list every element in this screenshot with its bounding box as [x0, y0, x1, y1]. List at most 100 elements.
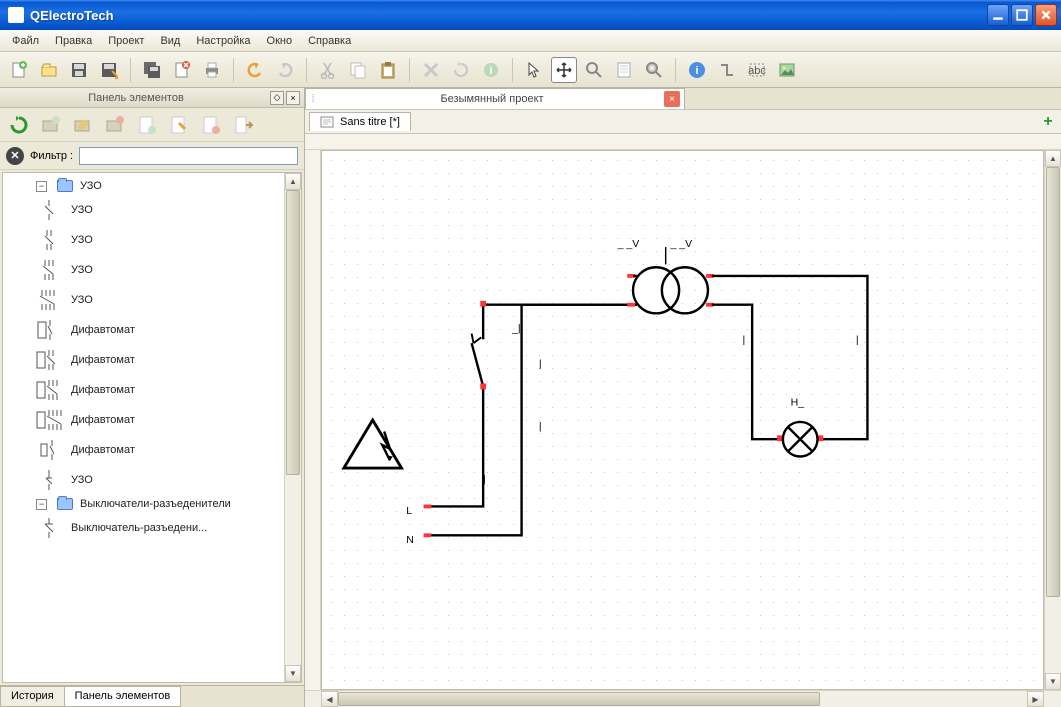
schematic-canvas[interactable]: L N | _| | [321, 150, 1044, 690]
element-symbol-icon [35, 468, 63, 492]
tree-item-label[interactable]: УЗО [71, 234, 93, 246]
scroll-up-icon[interactable]: ▲ [285, 173, 301, 190]
panel-close-button[interactable]: × [286, 91, 300, 105]
menu-help[interactable]: Справка [302, 33, 357, 49]
tree-item-label[interactable]: УЗО [71, 264, 93, 276]
scroll-up-icon[interactable]: ▲ [1045, 150, 1061, 167]
zoom-tool[interactable] [581, 57, 607, 83]
tab-elements[interactable]: Панель элементов [64, 686, 182, 707]
delete-button[interactable] [418, 57, 444, 83]
canvas-vscroll[interactable]: ▲ ▼ [1044, 150, 1061, 690]
image-button[interactable] [774, 57, 800, 83]
svg-text:i: i [695, 65, 698, 77]
scroll-down-icon[interactable]: ▼ [285, 665, 301, 682]
menu-settings[interactable]: Настройка [190, 33, 256, 49]
about-button[interactable]: i [684, 57, 710, 83]
new-element-button[interactable] [134, 112, 160, 138]
scroll-thumb[interactable] [1046, 167, 1060, 597]
clear-filter-button[interactable]: ✕ [6, 147, 24, 165]
new-category-button[interactable] [38, 112, 64, 138]
element-symbol-icon [35, 378, 63, 402]
tree-item-label[interactable]: Дифавтомат [71, 324, 135, 336]
sheet-button[interactable] [611, 57, 637, 83]
label-l: L [406, 505, 412, 517]
app-icon [8, 7, 24, 23]
tab-grip-icon: ⁞ [306, 93, 320, 105]
element-symbol-icon [35, 516, 63, 540]
element-symbol-icon [35, 438, 63, 462]
menu-window[interactable]: Окно [261, 33, 299, 49]
menu-project[interactable]: Проект [102, 33, 150, 49]
import-button[interactable] [230, 112, 256, 138]
maximize-button[interactable] [1011, 4, 1033, 26]
svg-text:_ _V: _ _V [669, 238, 692, 250]
tab-close-button[interactable]: × [664, 91, 680, 107]
pointer-tool[interactable] [521, 57, 547, 83]
menu-view[interactable]: Вид [154, 33, 186, 49]
menu-edit[interactable]: Правка [49, 33, 98, 49]
copy-button[interactable] [345, 57, 371, 83]
new-button[interactable] [6, 57, 32, 83]
tree-item-label[interactable]: УЗО [71, 474, 93, 486]
edit-element-button[interactable] [166, 112, 192, 138]
minimize-button[interactable] [987, 4, 1009, 26]
element-symbol-icon [35, 318, 63, 342]
sheet-tab[interactable]: Sans titre [*] [309, 112, 411, 131]
undo-button[interactable] [242, 57, 268, 83]
menu-file[interactable]: Файл [6, 33, 45, 49]
danger-icon [344, 420, 402, 468]
fit-button[interactable] [641, 57, 667, 83]
panel-float-button[interactable]: ◇ [270, 91, 284, 105]
scroll-left-icon[interactable]: ◀ [321, 691, 338, 707]
tree-item-label[interactable]: Выключатель-разъедени... [71, 522, 207, 534]
rotate-button[interactable] [448, 57, 474, 83]
svg-text:|: | [539, 358, 542, 370]
title-bar: QElectroTech [0, 0, 1061, 30]
move-tool[interactable] [551, 57, 577, 83]
wire-button[interactable] [714, 57, 740, 83]
element-symbol-icon [35, 408, 63, 432]
element-tree[interactable]: − УЗО УЗО УЗО УЗО УЗО Дифавтомат Дифавто… [2, 172, 302, 683]
reload-button[interactable] [6, 112, 32, 138]
tree-item-label[interactable]: Дифавтомат [71, 444, 135, 456]
tree-collapse-icon[interactable]: − [36, 181, 47, 192]
scroll-down-icon[interactable]: ▼ [1045, 673, 1061, 690]
svg-text:_|: _| [511, 323, 521, 335]
scroll-thumb[interactable] [286, 190, 300, 475]
redo-button[interactable] [272, 57, 298, 83]
project-tab[interactable]: ⁞ Безымянный проект × [305, 88, 685, 109]
tree-item-label[interactable]: УЗО [71, 294, 93, 306]
filter-label: Фильтр : [30, 150, 73, 162]
sheet-tab-label: Sans titre [*] [340, 116, 400, 128]
svg-text:|: | [539, 421, 542, 433]
tree-item-label[interactable]: Дифавтомат [71, 354, 135, 366]
save-all-button[interactable] [139, 57, 165, 83]
main-toolbar: i i abc [0, 52, 1061, 88]
paste-button[interactable] [375, 57, 401, 83]
delete-element-button[interactable] [198, 112, 224, 138]
tab-history[interactable]: История [0, 686, 65, 707]
tree-item-label[interactable]: УЗО [71, 204, 93, 216]
folder-icon [54, 498, 76, 510]
tree-item-label[interactable]: Дифавтомат [71, 414, 135, 426]
cut-button[interactable] [315, 57, 341, 83]
close-button[interactable] [1035, 4, 1057, 26]
open-button[interactable] [36, 57, 62, 83]
close-file-button[interactable] [169, 57, 195, 83]
tree-scrollbar[interactable]: ▲ ▼ [284, 173, 301, 682]
tree-collapse-icon[interactable]: − [36, 499, 47, 510]
filter-input[interactable] [79, 147, 298, 165]
canvas-hscroll[interactable]: ◀ ▶ [305, 690, 1061, 707]
scroll-thumb[interactable] [338, 692, 820, 706]
info-button[interactable]: i [478, 57, 504, 83]
tree-item-label[interactable]: Дифавтомат [71, 384, 135, 396]
scroll-right-icon[interactable]: ▶ [1027, 691, 1044, 707]
print-button[interactable] [199, 57, 225, 83]
folder-icon [54, 180, 76, 192]
add-sheet-button[interactable]: + [1039, 113, 1057, 131]
save-button[interactable] [66, 57, 92, 83]
edit-category-button[interactable] [70, 112, 96, 138]
delete-category-button[interactable] [102, 112, 128, 138]
save-as-button[interactable] [96, 57, 122, 83]
text-button[interactable]: abc [744, 57, 770, 83]
